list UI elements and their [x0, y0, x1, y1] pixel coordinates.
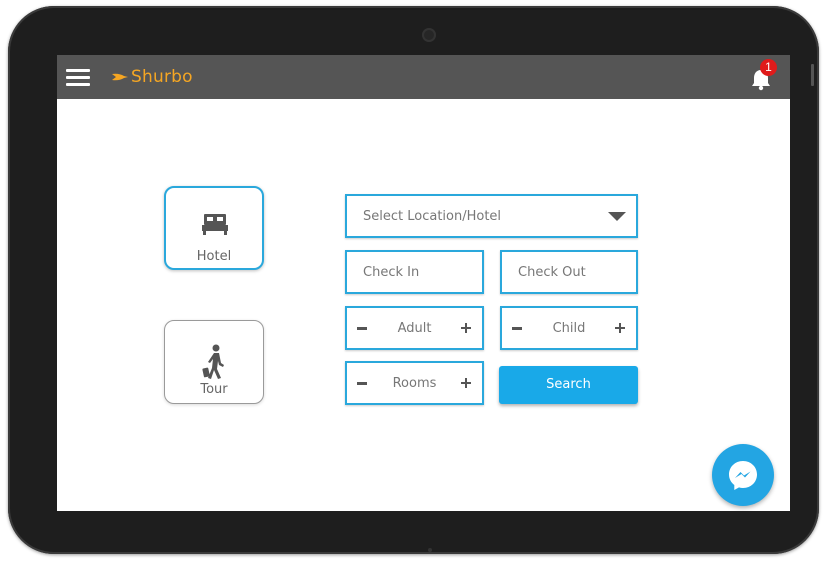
check-out-placeholder: Check Out	[518, 264, 586, 280]
hamburger-icon[interactable]	[66, 69, 90, 86]
bed-icon	[202, 214, 228, 235]
home-indicator	[428, 548, 432, 552]
search-button[interactable]: Search	[499, 366, 638, 404]
messenger-button[interactable]	[712, 444, 774, 506]
adult-stepper[interactable]: Adult	[345, 306, 484, 350]
location-select[interactable]: Select Location/Hotel	[345, 194, 638, 238]
tour-type-card[interactable]: Tour	[164, 320, 264, 404]
check-in-placeholder: Check In	[363, 264, 420, 280]
notification-badge: 1	[760, 59, 777, 76]
dropdown-caret-icon[interactable]	[608, 212, 626, 221]
messenger-icon	[729, 461, 757, 490]
check-out-field[interactable]: Check Out	[500, 250, 638, 294]
check-in-field[interactable]: Check In	[345, 250, 484, 294]
hotel-type-card[interactable]: Hotel	[164, 186, 264, 270]
camera	[422, 28, 436, 42]
adult-plus-icon[interactable]	[461, 323, 471, 333]
tour-label: Tour	[200, 382, 228, 397]
child-plus-icon[interactable]	[615, 323, 625, 333]
logo-mark-icon	[112, 73, 128, 81]
rooms-plus-icon[interactable]	[461, 378, 471, 388]
location-placeholder: Select Location/Hotel	[363, 208, 502, 224]
rooms-stepper[interactable]: Rooms	[345, 361, 484, 405]
side-button	[811, 64, 814, 86]
logo-text: Shurbo	[131, 67, 193, 87]
child-stepper[interactable]: Child	[500, 306, 638, 350]
traveler-icon	[202, 344, 224, 379]
hotel-label: Hotel	[196, 249, 232, 264]
app-screen: Shurbo 1 Hotel Tour Select Location/Hote…	[57, 55, 790, 511]
top-bar: Shurbo 1	[57, 55, 790, 99]
app-logo[interactable]: Shurbo	[111, 66, 193, 88]
